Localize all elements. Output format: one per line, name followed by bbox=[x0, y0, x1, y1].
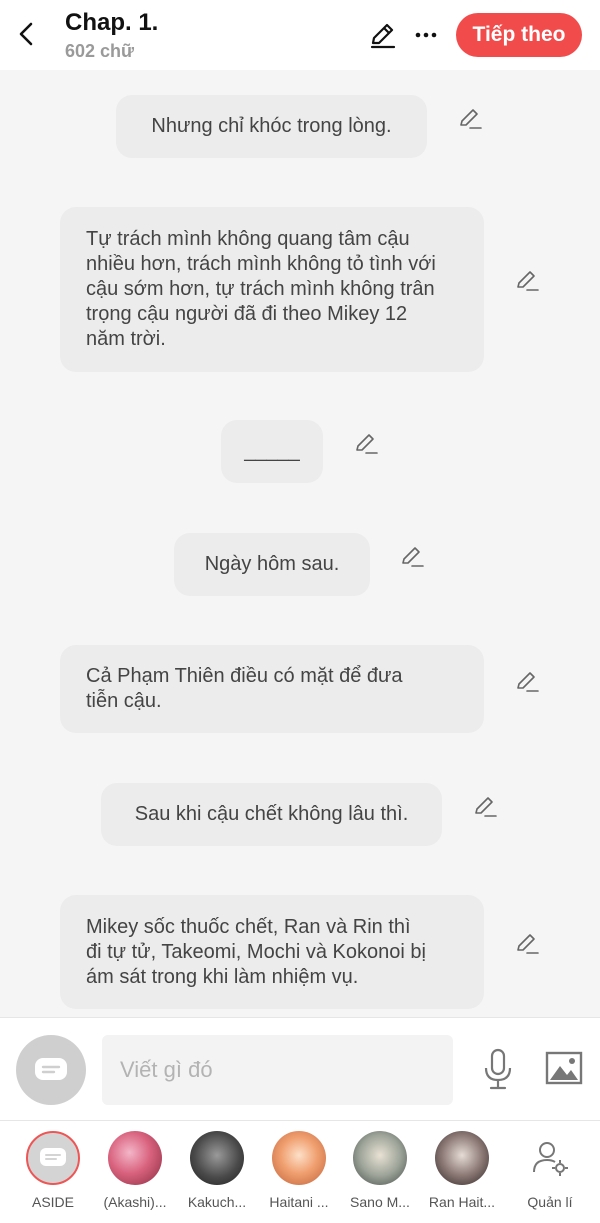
character-label: Haitani ... bbox=[269, 1194, 329, 1210]
edit-message-button[interactable] bbox=[514, 668, 540, 694]
message-bubble[interactable]: Mikey sốc thuốc chết, Ran và Rin thì đi … bbox=[60, 895, 484, 1009]
message-text: Cả Phạm Thiên điều có mặt để đưa tiễn cậ… bbox=[86, 665, 403, 712]
message-text: Tự trách mình không quang tâm cậu nhiều … bbox=[86, 228, 436, 350]
avatar bbox=[26, 1131, 80, 1185]
back-button[interactable] bbox=[12, 18, 40, 50]
message-text: Nhưng chỉ khóc trong lòng. bbox=[151, 115, 392, 137]
message-bubble[interactable]: _____ bbox=[221, 420, 323, 483]
character-akashi[interactable]: (Akashi)... bbox=[95, 1131, 175, 1217]
message-bubble[interactable]: Sau khi cậu chết không lâu thì. bbox=[101, 783, 442, 846]
next-chapter-button[interactable]: Tiếp theo bbox=[456, 13, 582, 57]
pencil-icon bbox=[475, 797, 497, 817]
edit-title-button[interactable] bbox=[366, 18, 400, 52]
back-arrow-icon bbox=[19, 22, 33, 46]
character-selector: ASIDE (Akashi)... Kakuch... Haitani ... … bbox=[0, 1120, 600, 1223]
aside-toggle-button[interactable] bbox=[16, 1035, 86, 1105]
edit-message-button[interactable] bbox=[457, 105, 483, 131]
message-bubble[interactable]: Tự trách mình không quang tâm cậu nhiều … bbox=[60, 207, 484, 372]
chapter-header: Chap. 1. 602 chữ bbox=[65, 8, 158, 64]
avatar bbox=[190, 1131, 244, 1185]
pencil-icon bbox=[517, 934, 539, 954]
manage-user-icon bbox=[523, 1131, 577, 1185]
top-bar: Chap. 1. 602 chữ Tiếp theo bbox=[0, 0, 600, 70]
manage-characters-button[interactable]: Quản lí bbox=[510, 1131, 590, 1217]
pencil-icon bbox=[517, 271, 539, 291]
chat-bubble-icon bbox=[40, 1148, 66, 1166]
message-text: _____ bbox=[244, 440, 300, 462]
character-label: ASIDE bbox=[31, 1194, 74, 1210]
character-label: Ran Hait... bbox=[428, 1194, 496, 1210]
image-icon bbox=[545, 1051, 583, 1085]
character-ran-haitani[interactable]: Ran Hait... bbox=[422, 1131, 502, 1217]
pencil-icon bbox=[356, 434, 378, 454]
edit-message-button[interactable] bbox=[399, 543, 425, 569]
voice-button[interactable] bbox=[480, 1046, 516, 1092]
message-bubble[interactable]: Nhưng chỉ khóc trong lòng. bbox=[116, 95, 427, 158]
avatar bbox=[108, 1131, 162, 1185]
message-bubble[interactable]: Ngày hôm sau. bbox=[174, 533, 370, 596]
character-label: Sano M... bbox=[350, 1194, 410, 1210]
avatar bbox=[353, 1131, 407, 1185]
avatar bbox=[272, 1131, 326, 1185]
edit-message-button[interactable] bbox=[514, 930, 540, 956]
edit-message-button[interactable] bbox=[472, 793, 498, 819]
pencil-icon bbox=[517, 672, 539, 692]
character-haitani[interactable]: Haitani ... bbox=[259, 1131, 339, 1217]
pencil-icon bbox=[402, 547, 424, 567]
edit-pencil-icon bbox=[370, 23, 396, 49]
character-sano[interactable]: Sano M... bbox=[340, 1131, 420, 1217]
edit-message-button[interactable] bbox=[353, 430, 379, 456]
more-dots-icon bbox=[415, 32, 437, 38]
chat-bubble-icon bbox=[35, 1058, 67, 1080]
message-text: Sau khi cậu chết không lâu thì. bbox=[134, 803, 409, 825]
avatar bbox=[435, 1131, 489, 1185]
pencil-icon bbox=[460, 109, 482, 129]
more-options-button[interactable] bbox=[410, 18, 442, 52]
edit-message-button[interactable] bbox=[514, 267, 540, 293]
message-input[interactable] bbox=[102, 1035, 453, 1105]
character-aside[interactable]: ASIDE bbox=[13, 1131, 93, 1217]
message-text: Ngày hôm sau. bbox=[204, 553, 340, 575]
image-upload-button[interactable] bbox=[544, 1048, 584, 1088]
word-count: 602 chữ bbox=[65, 41, 135, 61]
message-bubble[interactable]: Cả Phạm Thiên điều có mặt để đưa tiễn cậ… bbox=[60, 645, 484, 733]
character-label: Kakuch... bbox=[187, 1194, 247, 1210]
composer-bar bbox=[0, 1017, 600, 1120]
microphone-icon bbox=[484, 1048, 512, 1090]
character-kakucho[interactable]: Kakuch... bbox=[177, 1131, 257, 1217]
chapter-title: Chap. 1. bbox=[65, 9, 159, 36]
character-label: (Akashi)... bbox=[103, 1194, 167, 1210]
character-label: Quản lí bbox=[527, 1194, 573, 1210]
message-text: Mikey sốc thuốc chết, Ran và Rin thì đi … bbox=[86, 915, 426, 988]
